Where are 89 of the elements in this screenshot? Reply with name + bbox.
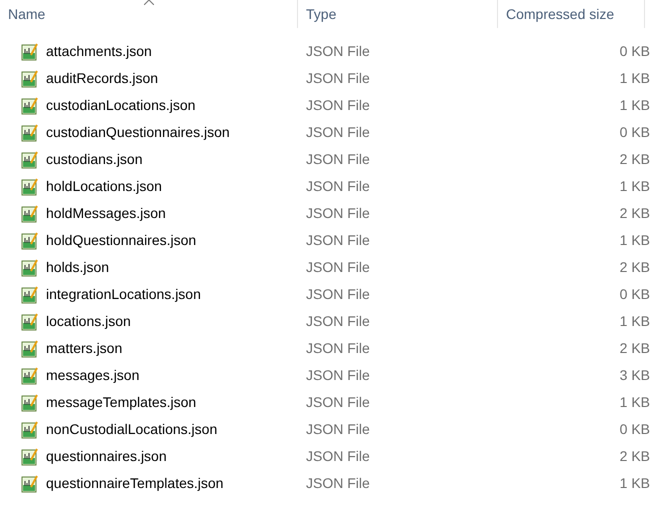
file-name-text: questionnaires.json: [46, 447, 167, 466]
file-size: 2 KB: [618, 339, 650, 358]
file-name[interactable]: holds.json: [0, 257, 298, 278]
file-size: 2 KB: [618, 447, 650, 466]
file-name[interactable]: messageTemplates.json: [0, 392, 298, 413]
file-icon: [21, 42, 39, 60]
file-name-text: locations.json: [46, 312, 131, 331]
file-type: JSON File: [305, 366, 371, 385]
file-name-text: questionnaireTemplates.json: [46, 474, 224, 493]
file-type: JSON File: [305, 285, 371, 304]
file-icon: [21, 340, 39, 358]
file-size: 1 KB: [618, 474, 650, 493]
file-icon: [21, 258, 39, 276]
file-type: JSON File: [305, 258, 371, 277]
file-size: 3 KB: [618, 366, 650, 385]
file-size: 1 KB: [618, 393, 650, 412]
file-type: JSON File: [305, 312, 371, 331]
file-icon: [21, 394, 39, 412]
file-name-text: messageTemplates.json: [46, 393, 196, 412]
column-header[interactable]: Type: [298, 0, 498, 28]
file-size: 2 KB: [618, 204, 650, 223]
file-type: JSON File: [305, 177, 371, 196]
file-type: JSON File: [305, 447, 371, 466]
file-name[interactable]: integrationLocations.json: [0, 284, 298, 305]
file-type: JSON File: [305, 474, 371, 493]
file-icon: [21, 474, 39, 492]
file-icon: [21, 70, 39, 88]
file-size: 1 KB: [618, 96, 650, 115]
file-name-text: auditRecords.json: [46, 69, 158, 88]
file-icon: [21, 312, 39, 330]
file-type: JSON File: [305, 420, 371, 439]
file-name-text: custodianLocations.json: [46, 96, 196, 115]
file-type: JSON File: [305, 339, 371, 358]
file-size: 0 KB: [618, 285, 650, 304]
file-size: 1 KB: [618, 312, 650, 331]
file-type: JSON File: [305, 42, 371, 61]
file-name-text: messages.json: [46, 366, 140, 385]
file-type: JSON File: [305, 69, 371, 88]
file-name-text: matters.json: [46, 339, 122, 358]
file-name-text: holdQuestionnaires.json: [46, 231, 196, 250]
file-type: JSON File: [305, 231, 371, 250]
file-name[interactable]: custodianQuestionnaires.json: [0, 122, 298, 143]
file-name-text: custodianQuestionnaires.json: [46, 123, 230, 142]
file-icon: [21, 124, 39, 142]
file-size: 2 KB: [618, 150, 650, 169]
file-icon: [21, 286, 39, 304]
file-type: JSON File: [305, 123, 371, 142]
file-name[interactable]: questionnaires.json: [0, 446, 298, 467]
file-size: 1 KB: [618, 177, 650, 196]
file-size: 0 KB: [618, 420, 650, 439]
file-name[interactable]: questionnaireTemplates.json: [0, 473, 298, 494]
file-name[interactable]: auditRecords.json: [0, 68, 298, 89]
file-name-text: attachments.json: [46, 42, 152, 61]
file-name-text: nonCustodialLocations.json: [46, 420, 218, 439]
file-name-text: holds.json: [46, 258, 110, 277]
file-size: 0 KB: [618, 42, 650, 61]
file-icon: [21, 178, 39, 196]
file-icon: [21, 96, 39, 114]
file-icon: [21, 366, 39, 384]
file-name-text: custodians.json: [46, 150, 143, 169]
file-name[interactable]: custodianLocations.json: [0, 95, 298, 116]
file-icon: [21, 232, 39, 250]
file-icon: [21, 420, 39, 438]
file-size: 0 KB: [618, 123, 650, 142]
file-name[interactable]: matters.json: [0, 338, 298, 359]
file-name[interactable]: custodians.json: [0, 149, 298, 170]
column-header[interactable]: Name: [0, 0, 298, 28]
file-type: JSON File: [305, 393, 371, 412]
file-name[interactable]: holdQuestionnaires.json: [0, 230, 298, 251]
file-icon: [21, 448, 39, 466]
file-type: JSON File: [305, 150, 371, 169]
file-icon: [21, 204, 39, 222]
file-name[interactable]: messages.json: [0, 365, 298, 386]
file-name[interactable]: attachments.json: [0, 41, 298, 62]
file-type: JSON File: [305, 204, 371, 223]
file-size: 1 KB: [618, 69, 650, 88]
file-icon: [21, 150, 39, 168]
column-header[interactable]: Compressed size: [498, 0, 645, 28]
sort-caret-icon: [144, 0, 154, 5]
file-name-text: integrationLocations.json: [46, 285, 201, 304]
file-name[interactable]: nonCustodialLocations.json: [0, 419, 298, 440]
file-name-text: holdMessages.json: [46, 204, 166, 223]
file-name[interactable]: locations.json: [0, 311, 298, 332]
file-size: 1 KB: [618, 231, 650, 250]
file-type: JSON File: [305, 96, 371, 115]
file-name[interactable]: holdMessages.json: [0, 203, 298, 224]
file-name-text: holdLocations.json: [46, 177, 162, 196]
file-size: 2 KB: [618, 258, 650, 277]
file-name[interactable]: holdLocations.json: [0, 176, 298, 197]
